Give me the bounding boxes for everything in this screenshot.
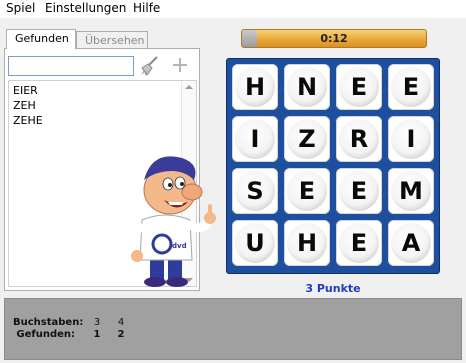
letter-tile[interactable]: R [336,116,382,162]
found-label: Gefunden: [16,329,75,340]
tile-letter: U [245,229,265,257]
letter-tile[interactable]: N [284,64,330,110]
score-text: 3 Punkte [305,282,361,295]
letter-tile[interactable]: M [388,168,434,214]
letters-label: Buchstaben: [13,317,84,328]
tile-letter: I [406,125,416,153]
letter-tile[interactable]: H [232,64,278,110]
menu-spiel[interactable]: Spiel [6,1,35,15]
menu-bar: Spiel Einstellungen Hilfe [0,0,466,18]
letter-tile[interactable]: E [336,64,382,110]
tile-letter: R [349,125,369,153]
tile-letter: E [298,177,316,205]
found-value-1: 1 [93,329,101,340]
letter-tile[interactable]: S [232,168,278,214]
letters-value-2: 4 [117,317,125,328]
letter-tile[interactable]: E [336,168,382,214]
tile-letter: Z [298,125,316,153]
menu-hilfe[interactable]: Hilfe [133,1,160,15]
letter-tile[interactable]: E [284,168,330,214]
word-input[interactable] [8,56,134,76]
tile-letter: N [296,73,318,101]
menu-einstellungen[interactable]: Einstellungen [45,1,126,15]
letter-tile[interactable]: I [388,116,434,162]
letters-value-1: 3 [93,317,101,328]
tile-letter: S [246,177,264,205]
tile-letter: H [244,73,266,101]
letter-tile[interactable]: I [232,116,278,162]
timer-text: 0:12 [320,32,348,45]
mascot-image: dvd [128,156,216,287]
letter-tile[interactable]: A [388,220,434,266]
tile-letter: E [402,73,420,101]
tile-letter: E [350,229,368,257]
tile-letter: M [399,177,423,205]
stats-panel: Buchstaben: 3 4 Gefunden: 1 2 [4,298,462,360]
list-item[interactable]: EIER [13,84,38,97]
tile-letter: E [350,73,368,101]
letter-board: HNEEIZRISEEMUHEA [226,58,440,274]
list-item[interactable]: ZEH [13,99,36,112]
scroll-up-icon[interactable] [185,85,193,89]
letter-tile[interactable]: E [336,220,382,266]
shirt-logo: dvd [172,242,187,250]
letter-tile[interactable]: U [232,220,278,266]
letter-tile[interactable]: Z [284,116,330,162]
timer-bar: 0:12 [241,29,427,48]
tile-letter: H [296,229,318,257]
list-item[interactable]: ZEHE [13,114,43,127]
letter-tile[interactable]: H [284,220,330,266]
letter-tile[interactable]: E [388,64,434,110]
found-value-2: 2 [117,329,125,340]
broom-icon[interactable] [138,55,160,77]
tile-letter: I [250,125,260,153]
tile-letter: A [401,229,421,257]
tile-letter: E [350,177,368,205]
plus-icon[interactable] [172,57,188,73]
tab-gefunden[interactable]: Gefunden [6,29,76,49]
